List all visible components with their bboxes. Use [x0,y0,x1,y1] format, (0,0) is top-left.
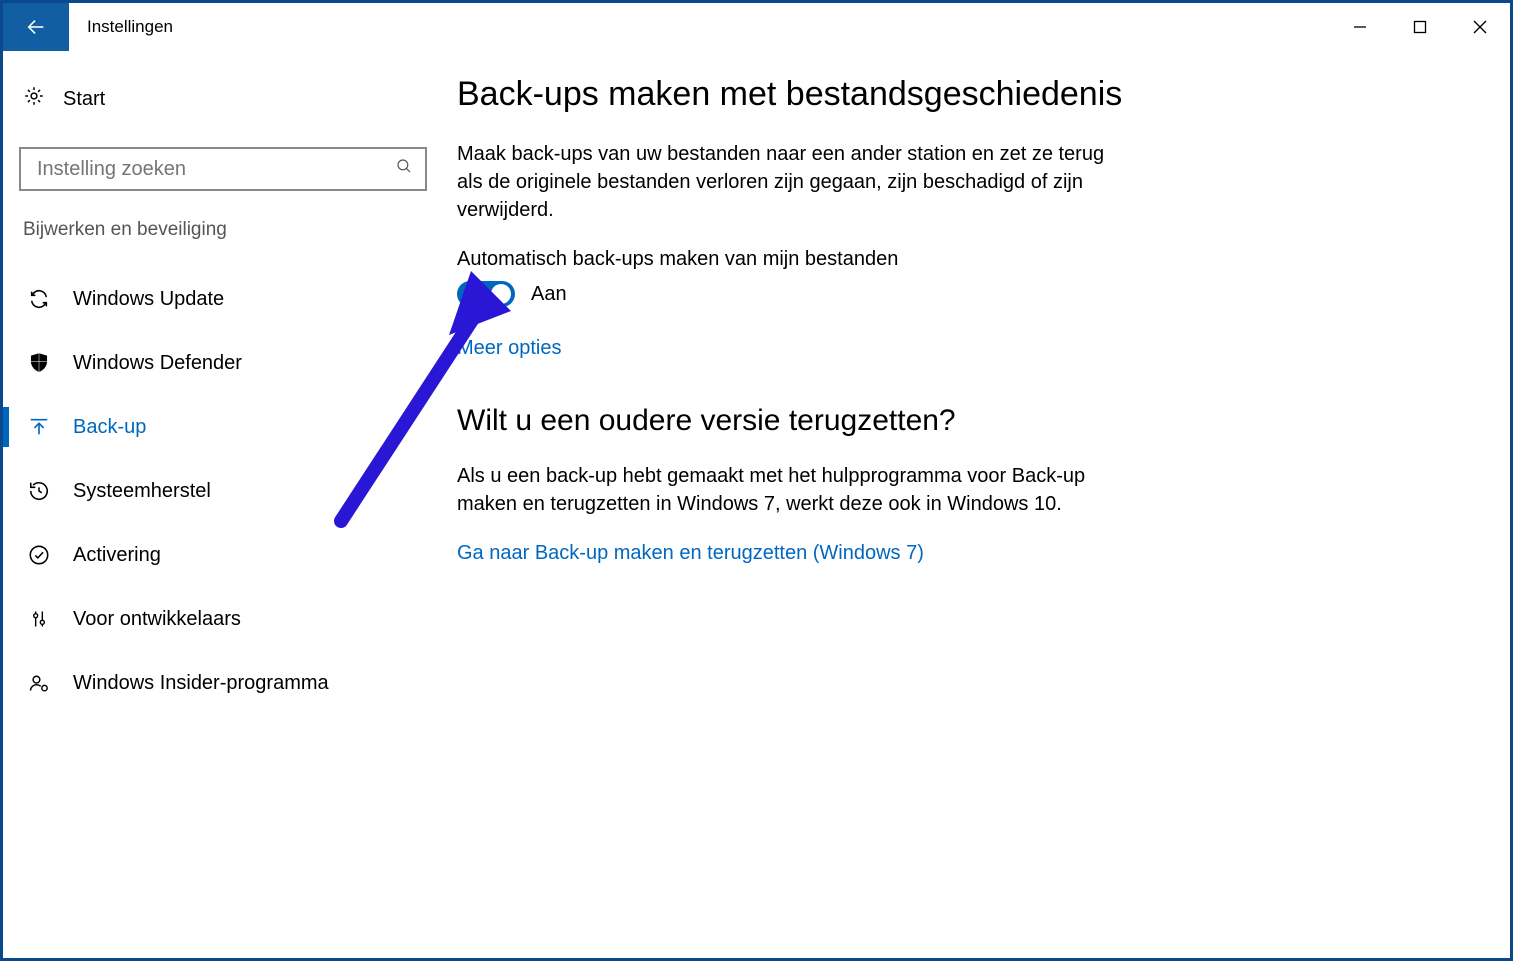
check-circle-icon [27,544,51,566]
toggle-state-text: Aan [531,283,567,306]
sidebar-item-insider[interactable]: Windows Insider-programma [19,651,427,715]
search-input[interactable] [19,147,427,191]
window-title: Instellingen [69,3,173,51]
close-button[interactable] [1450,3,1510,51]
upload-icon [27,416,51,438]
sidebar-item-backup[interactable]: Back-up [19,395,427,459]
sidebar-group-label: Bijwerken en beveiliging [19,213,427,251]
more-options-link[interactable]: Meer opties [457,337,1123,360]
sidebar-item-activation[interactable]: Activering [19,523,427,587]
sidebar-item-label: Windows Update [73,288,224,311]
shield-icon [27,352,51,374]
active-indicator [3,407,9,447]
sidebar-item-label: Activering [73,544,161,567]
history-icon [27,480,51,502]
backup-toggle[interactable] [457,281,515,307]
main-pane: Back-ups maken met bestandsgeschiedenis … [443,53,1163,958]
toggle-label: Automatisch back-ups maken van mijn best… [457,248,1123,271]
maximize-button[interactable] [1390,3,1450,51]
sidebar-item-label: Windows Insider-programma [73,672,329,695]
search-field[interactable] [35,157,395,182]
sync-icon [27,288,51,310]
page-description: Maak back-ups van uw bestanden naar een … [457,140,1123,224]
sidebar-item-windows-defender[interactable]: Windows Defender [19,331,427,395]
sidebar-start-label: Start [63,88,105,111]
sidebar-item-label: Back-up [73,416,146,439]
sidebar-item-windows-update[interactable]: Windows Update [19,267,427,331]
sidebar-item-developers[interactable]: Voor ontwikkelaars [19,587,427,651]
sliders-icon [27,608,51,630]
back-button[interactable] [3,3,69,51]
gear-icon [23,85,45,113]
titlebar: Instellingen [3,3,1510,51]
search-icon [395,157,413,181]
section-heading: Wilt u een oudere versie terugzetten? [457,404,1123,438]
sidebar-item-label: Windows Defender [73,352,242,375]
sidebar-start[interactable]: Start [19,77,427,121]
sidebar: Start Bijwerken en beveiliging Windows U… [3,53,443,958]
sidebar-item-label: Voor ontwikkelaars [73,608,241,631]
page-heading: Back-ups maken met bestandsgeschiedenis [457,75,1123,114]
sidebar-item-recovery[interactable]: Systeemherstel [19,459,427,523]
sidebar-nav: Windows Update Windows Defender Back-up [19,251,427,715]
sidebar-item-label: Systeemherstel [73,480,211,503]
window-controls [1330,3,1510,51]
restore-link[interactable]: Ga naar Back-up maken en terugzetten (Wi… [457,542,1123,565]
minimize-button[interactable] [1330,3,1390,51]
section-description: Als u een back-up hebt gemaakt met het h… [457,462,1123,518]
person-badge-icon [27,672,51,694]
